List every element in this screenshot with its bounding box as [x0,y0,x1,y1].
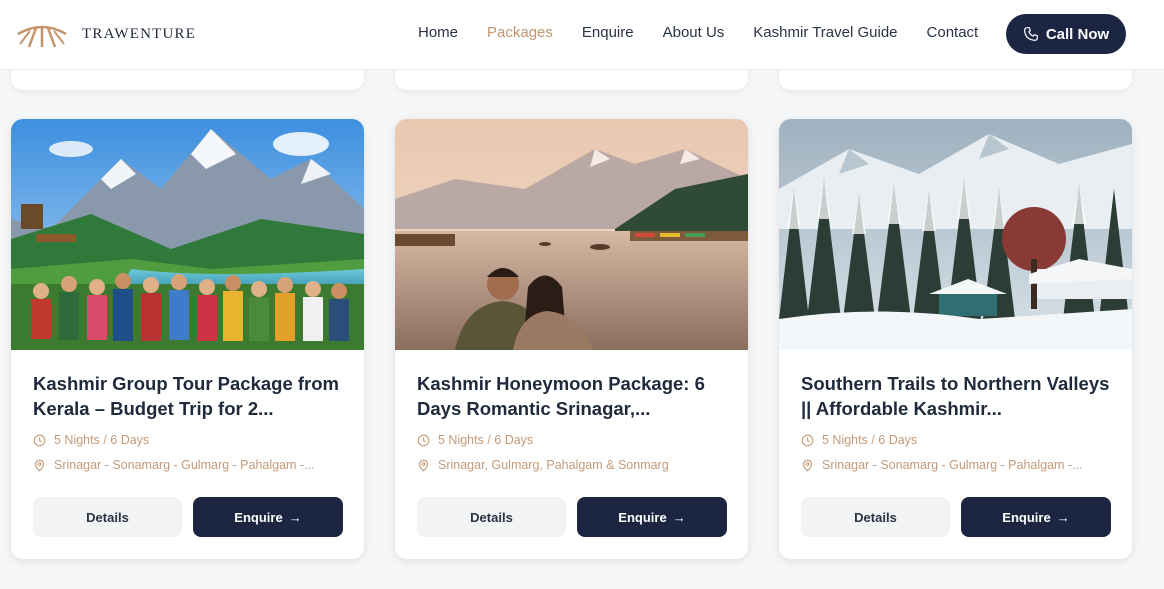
details-button[interactable]: Details [801,497,950,537]
package-card[interactable]: Kashmir Group Tour Package from Kerala –… [11,119,364,559]
clock-icon [417,434,430,446]
package-title[interactable]: Southern Trails to Northern Valleys || A… [801,371,1113,421]
arrow-right-icon: → [672,509,686,525]
details-label: Details [470,509,513,525]
nav-contact[interactable]: Contact [927,24,979,41]
enquire-label: Enquire [234,509,283,525]
details-button[interactable]: Details [33,497,182,537]
sunrise-logo-icon [17,25,67,48]
nav-enquire[interactable]: Enquire [582,24,634,41]
group-tour-photo [11,119,364,350]
package-route: Srinagar - Sonamarg - Gulmarg - Pahalgam… [33,458,333,472]
call-now-button[interactable]: Call Now [1006,14,1126,54]
brand-logo[interactable]: TRAWENTURE [16,20,196,48]
package-card[interactable]: Kashmir Honeymoon Package: 6 Days Romant… [395,119,748,559]
route-text: Srinagar, Gulmarg, Pahalgam & Sonmarg [438,458,669,472]
package-title[interactable]: Kashmir Group Tour Package from Kerala –… [33,371,345,421]
location-pin-icon [34,459,45,472]
duration-text: 5 Nights / 6 Days [438,433,534,447]
main-nav: Home Packages Enquire About Us Kashmir T… [418,24,978,41]
package-route: Srinagar, Gulmarg, Pahalgam & Sonmarg [417,458,717,472]
package-card[interactable]: Southern Trails to Northern Valleys || A… [779,119,1132,559]
enquire-label: Enquire [1002,509,1051,525]
details-label: Details [86,509,129,525]
package-image[interactable] [779,119,1132,350]
details-label: Details [854,509,897,525]
route-text: Srinagar - Sonamarg - Gulmarg - Pahalgam… [54,458,315,472]
details-button[interactable]: Details [417,497,566,537]
enquire-button[interactable]: Enquire → [193,497,343,537]
clock-icon [33,434,46,446]
arrow-right-icon: → [288,509,302,525]
package-image[interactable] [11,119,364,350]
route-text: Srinagar - Sonamarg - Gulmarg - Pahalgam… [822,458,1083,472]
nav-home[interactable]: Home [418,24,458,41]
package-title[interactable]: Kashmir Honeymoon Package: 6 Days Romant… [417,371,729,421]
package-duration: 5 Nights / 6 Days [33,433,333,447]
nav-packages[interactable]: Packages [487,24,553,41]
duration-text: 5 Nights / 6 Days [54,433,150,447]
arrow-right-icon: → [1056,509,1070,525]
enquire-button[interactable]: Enquire → [577,497,727,537]
location-pin-icon [802,459,813,472]
package-duration: 5 Nights / 6 Days [417,433,717,447]
package-image[interactable] [395,119,748,350]
enquire-button[interactable]: Enquire → [961,497,1111,537]
duration-text: 5 Nights / 6 Days [822,433,918,447]
clock-icon [801,434,814,446]
brand-name: TRAWENTURE [82,25,197,42]
nav-about-us[interactable]: About Us [663,24,725,41]
call-now-label: Call Now [1045,25,1110,43]
package-route: Srinagar - Sonamarg - Gulmarg - Pahalgam… [801,458,1101,472]
phone-icon [1023,27,1038,41]
package-duration: 5 Nights / 6 Days [801,433,1101,447]
snowy-forest-photo [779,119,1132,350]
location-pin-icon [418,459,429,472]
honeymoon-photo [395,119,748,350]
site-header: TRAWENTURE Home Packages Enquire About U… [0,0,1164,70]
enquire-label: Enquire [618,509,667,525]
nav-kashmir-travel-guide[interactable]: Kashmir Travel Guide [753,24,897,41]
